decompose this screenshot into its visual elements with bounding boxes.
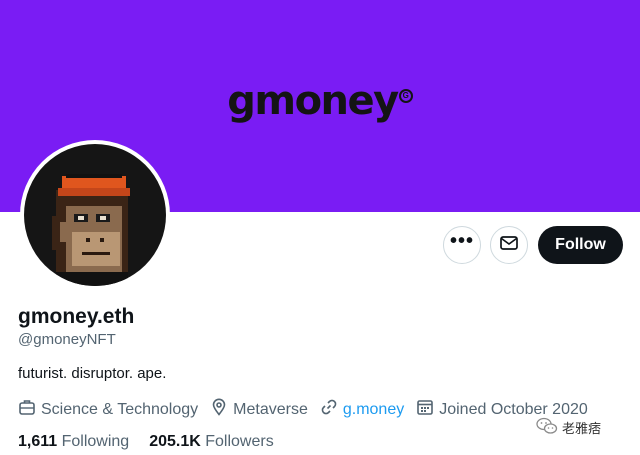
envelope-icon — [500, 235, 518, 256]
watermark-text: 老雅痞 — [562, 421, 602, 436]
message-button[interactable] — [490, 226, 528, 264]
avatar[interactable] — [20, 140, 170, 290]
follow-button[interactable]: Follow — [538, 226, 623, 264]
following-label: Following — [61, 433, 130, 450]
category-item: Science & Technology — [18, 398, 198, 421]
followers-label: Followers — [205, 433, 274, 450]
more-options-button[interactable]: ••• — [443, 226, 481, 264]
joined-label: Joined October 2020 — [439, 400, 588, 418]
wechat-logo-icon — [536, 417, 562, 438]
banner-logo: gmoney G — [0, 78, 640, 124]
avatar-ape-image — [24, 144, 166, 286]
website-link[interactable]: g.money — [343, 401, 404, 419]
display-name: gmoney.eth — [18, 305, 135, 328]
banner-logo-mark: G — [398, 89, 413, 103]
website-item[interactable]: g.money — [320, 398, 404, 421]
followers-stat[interactable]: 205.1K Followers — [149, 433, 274, 451]
follow-stats: 1,611 Following 205.1K Followers — [18, 433, 294, 451]
following-stat[interactable]: 1,611 Following — [18, 433, 129, 451]
location-pin-icon — [210, 398, 233, 421]
calendar-icon — [416, 398, 439, 421]
briefcase-icon — [18, 398, 41, 421]
followers-count: 205.1K — [149, 433, 201, 450]
banner-logo-text: gmoney — [227, 78, 399, 124]
location-item: Metaverse — [210, 398, 308, 421]
category-label: Science & Technology — [41, 400, 199, 418]
location-label: Metaverse — [233, 400, 308, 418]
profile-meta: Science & Technology Metaverse g.money J… — [18, 398, 600, 421]
user-handle: @gmoneyNFT — [18, 331, 116, 348]
bio: futurist. disruptor. ape. — [18, 365, 167, 382]
following-count: 1,611 — [18, 433, 58, 450]
watermark: 老雅痞 — [536, 417, 601, 438]
more-dots-icon: ••• — [449, 230, 474, 252]
link-icon — [320, 398, 343, 421]
